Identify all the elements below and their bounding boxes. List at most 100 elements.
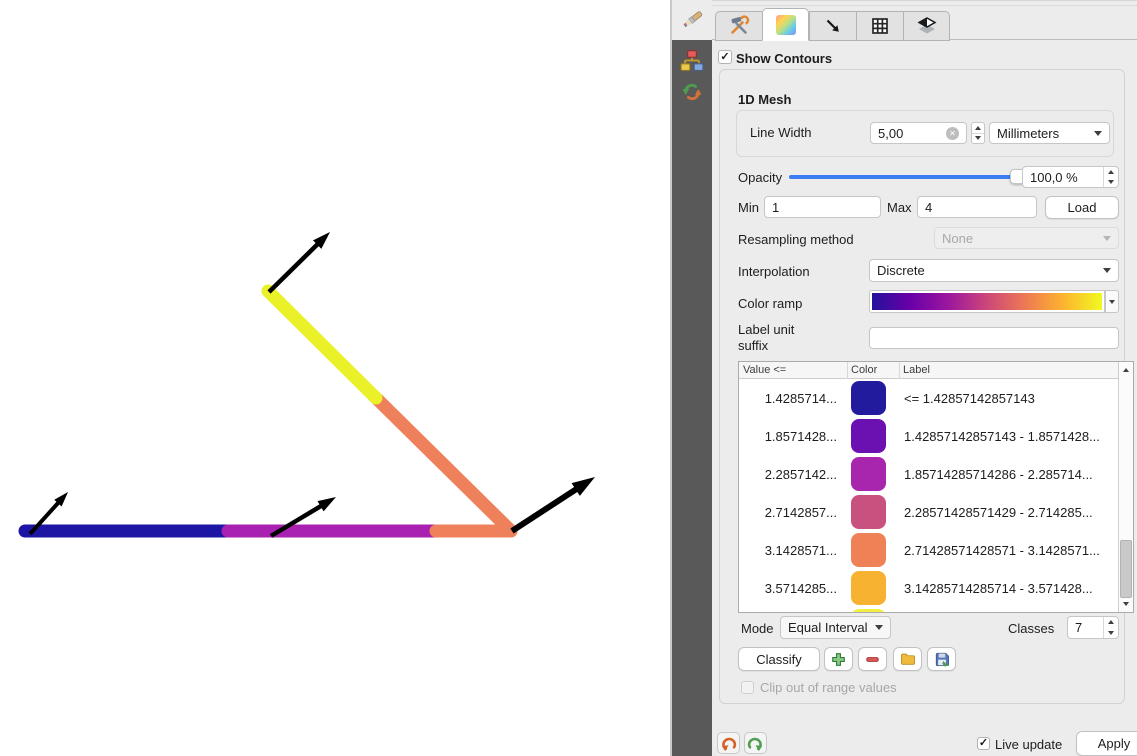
value-cell[interactable]: 3.1428571... — [739, 543, 847, 558]
sidebar-item-history[interactable] — [672, 74, 712, 110]
diagonal-arrow-icon — [823, 16, 843, 36]
max-label: Max — [887, 200, 912, 215]
label-cell[interactable]: 1.42857142857143 - 1.8571428... — [899, 429, 1118, 444]
load-button[interactable]: Load — [1045, 196, 1119, 219]
contours-groupbox: 1D Mesh Line Width 5,00 ✕ Millimeters Op… — [719, 69, 1125, 704]
apply-button-label: Apply — [1098, 736, 1131, 751]
opacity-spinner[interactable] — [1103, 167, 1118, 187]
label-unit-suffix-input[interactable] — [869, 327, 1119, 349]
opacity-spinbox[interactable]: 100,0 % — [1022, 166, 1119, 188]
label-cell[interactable]: 1.85714285714286 - 2.285714... — [899, 467, 1118, 482]
label-cell[interactable]: 3.14285714285714 - 3.571428... — [899, 581, 1118, 596]
tab-mesh-frame[interactable] — [856, 11, 903, 41]
classes-table-header: Value <= Color Label — [739, 362, 1118, 379]
value-cell[interactable]: 2.7142857... — [739, 505, 847, 520]
label-cell[interactable]: 2.71428571428571 - 3.1428571... — [899, 543, 1118, 558]
add-class-button[interactable] — [824, 647, 853, 671]
color-swatch[interactable] — [851, 571, 886, 605]
min-input[interactable] — [764, 196, 881, 218]
line-width-value: 5,00 — [878, 126, 903, 141]
color-swatch[interactable] — [851, 609, 886, 612]
color-swatch[interactable] — [851, 457, 886, 491]
color-ramp-dropdown-button[interactable] — [1105, 290, 1119, 313]
color-swatch[interactable] — [851, 533, 886, 567]
color-cell[interactable] — [847, 381, 899, 415]
value-cell[interactable]: 1.4285714... — [739, 391, 847, 406]
table-scrollbar[interactable] — [1118, 362, 1133, 612]
live-update-checkbox[interactable]: ✓ — [977, 737, 990, 750]
color-cell[interactable] — [847, 419, 899, 453]
color-cell[interactable] — [847, 533, 899, 567]
resampling-method-label: Resampling method — [738, 232, 854, 247]
tab-general-settings[interactable] — [715, 11, 762, 41]
sidebar-item-symbology-tree[interactable] — [672, 42, 712, 78]
value-cell[interactable]: 2.2857142... — [739, 467, 847, 482]
sidebar-item-symbology[interactable] — [672, 0, 712, 40]
refresh-cycle-icon — [680, 80, 704, 104]
color-cell[interactable] — [847, 457, 899, 491]
redo-button[interactable] — [744, 732, 767, 754]
table-row[interactable]: 3.5714285... 3.14285714285714 - 3.571428.… — [739, 569, 1118, 607]
value-cell[interactable]: 1.8571428... — [739, 429, 847, 444]
scroll-up-arrow-icon[interactable] — [1119, 363, 1133, 377]
table-row[interactable]: 2.2857142... 1.85714285714286 - 2.285714.… — [739, 455, 1118, 493]
apply-button[interactable]: Apply — [1076, 731, 1137, 756]
classes-spinbox[interactable]: 7 — [1067, 616, 1119, 639]
col-header-value[interactable]: Value <= — [743, 364, 786, 376]
show-contours-checkbox[interactable]: ✓ — [718, 50, 732, 64]
classes-label: Classes — [1008, 621, 1054, 636]
table-row[interactable]: 2.7142857... 2.28571428571429 - 2.714285.… — [739, 493, 1118, 531]
line-width-spinner[interactable] — [971, 122, 985, 144]
table-row[interactable]: 1.8571428... 1.42857142857143 - 1.8571428… — [739, 417, 1118, 455]
minus-icon — [864, 651, 881, 668]
color-cell[interactable] — [847, 571, 899, 605]
tab-vectors[interactable] — [809, 11, 856, 41]
unit-value: Millimeters — [997, 126, 1059, 141]
col-header-color[interactable]: Color — [851, 364, 877, 376]
color-cell[interactable] — [847, 609, 899, 612]
classify-button[interactable]: Classify — [738, 647, 820, 671]
classes-spinner[interactable] — [1103, 617, 1118, 638]
undo-button[interactable] — [717, 732, 740, 754]
min-label: Min — [738, 200, 759, 215]
chevron-down-icon — [1094, 131, 1102, 136]
chevron-down-icon — [875, 625, 883, 630]
mode-combo[interactable]: Equal Interval — [780, 616, 891, 639]
tab-averaging[interactable] — [903, 11, 950, 41]
scroll-down-arrow-icon[interactable] — [1119, 597, 1133, 611]
save-classes-button[interactable] — [927, 647, 956, 671]
remove-class-button[interactable] — [858, 647, 887, 671]
load-button-label: Load — [1068, 200, 1097, 215]
label-cell[interactable]: <= 1.42857142857143 — [899, 391, 1118, 406]
clear-icon[interactable]: ✕ — [946, 127, 959, 140]
folder-icon — [899, 650, 917, 668]
mode-label: Mode — [741, 621, 774, 636]
color-swatch[interactable] — [851, 495, 886, 529]
interpolation-combo[interactable]: Discrete — [869, 259, 1119, 282]
line-width-input[interactable]: 5,00 ✕ — [870, 122, 967, 144]
column-separator — [899, 362, 900, 379]
color-swatch[interactable] — [851, 419, 886, 453]
line-width-unit-combo[interactable]: Millimeters — [989, 122, 1110, 144]
opacity-slider[interactable] — [789, 169, 1018, 185]
clip-out-of-range-label: Clip out of range values — [760, 680, 897, 695]
mode-value: Equal Interval — [788, 620, 868, 635]
table-row[interactable]: 3.1428571... 2.71428571428571 - 3.1428571… — [739, 531, 1118, 569]
scrollbar-thumb[interactable] — [1120, 540, 1132, 598]
layer-styling-panel: ✓ Show Contours 1D Mesh Line Width 5,00 … — [712, 0, 1137, 756]
table-row[interactable] — [739, 607, 1118, 612]
layers-stack-icon — [916, 15, 938, 37]
map-canvas[interactable] — [0, 0, 670, 756]
tab-contours[interactable] — [762, 8, 809, 41]
value-cell[interactable]: 3.5714285... — [739, 581, 847, 596]
column-separator — [847, 362, 848, 379]
color-swatch[interactable] — [851, 381, 886, 415]
load-classes-button[interactable] — [893, 647, 922, 671]
table-row[interactable]: 1.4285714... <= 1.42857142857143 — [739, 379, 1118, 417]
color-ramp-widget[interactable] — [869, 290, 1105, 313]
undo-icon — [720, 735, 737, 752]
max-input[interactable] — [917, 196, 1037, 218]
col-header-label[interactable]: Label — [903, 364, 930, 376]
color-cell[interactable] — [847, 495, 899, 529]
label-cell[interactable]: 2.28571428571429 - 2.714285... — [899, 505, 1118, 520]
